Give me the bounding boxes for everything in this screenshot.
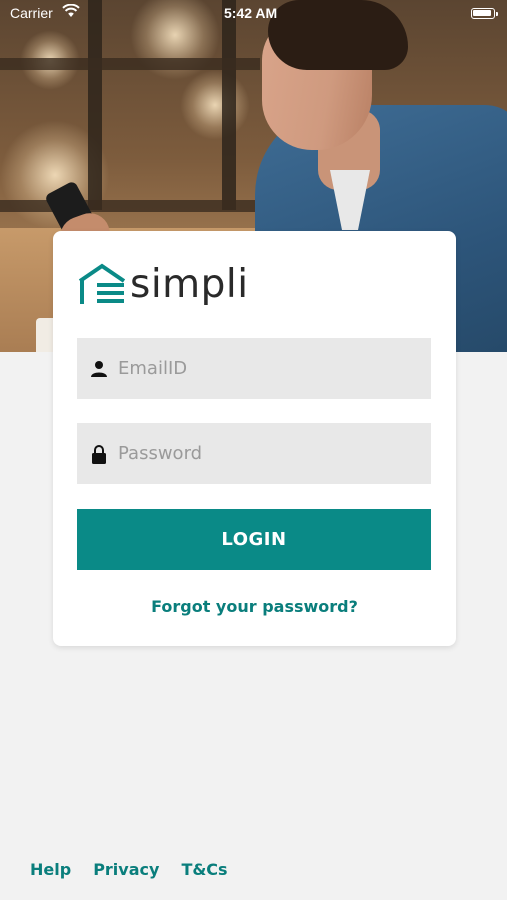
carrier-label: Carrier (10, 5, 53, 21)
email-input[interactable] (118, 338, 431, 399)
privacy-link[interactable]: Privacy (93, 860, 159, 879)
password-input[interactable] (118, 423, 431, 484)
forgot-password-link[interactable]: Forgot your password? (53, 597, 456, 616)
email-field[interactable] (77, 338, 431, 399)
house-logo-icon (78, 263, 126, 304)
footer-links: Help Privacy T&Cs (30, 860, 228, 879)
login-button[interactable]: LOGIN (77, 509, 431, 570)
lock-icon (90, 444, 108, 464)
login-card: simpli LOGIN Forgot your password? (53, 231, 456, 646)
brand-name: simpli (130, 261, 249, 307)
help-link[interactable]: Help (30, 860, 71, 879)
terms-link[interactable]: T&Cs (181, 860, 227, 879)
status-bar: Carrier 5:42 AM (0, 0, 507, 28)
user-icon (90, 359, 108, 379)
clock: 5:42 AM (224, 5, 278, 21)
password-field[interactable] (77, 423, 431, 484)
battery-icon (471, 8, 498, 19)
wifi-icon (62, 3, 80, 22)
brand-logo: simpli (77, 257, 249, 311)
